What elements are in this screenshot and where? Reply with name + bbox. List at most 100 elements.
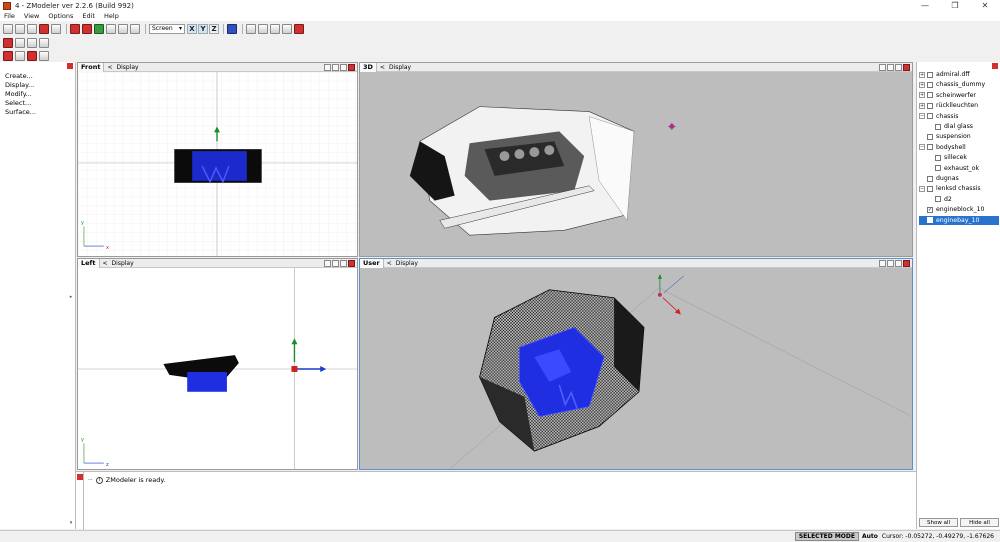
arrow-left-icon[interactable]: < (107, 64, 112, 71)
open-file-icon[interactable] (15, 23, 25, 34)
fit-icon[interactable] (340, 64, 347, 71)
menu-view[interactable]: View (24, 12, 39, 20)
select-tool-icon[interactable] (3, 50, 13, 61)
viewport-canvas[interactable] (360, 268, 912, 469)
menu-edit[interactable]: Edit (82, 12, 95, 20)
properties-icon[interactable] (118, 23, 128, 34)
fit-icon[interactable] (340, 260, 347, 267)
mirror-tool-icon[interactable] (39, 37, 49, 48)
zoom-icon[interactable] (879, 64, 886, 71)
tree-item[interactable]: + rücklleuchten (919, 101, 978, 110)
maximize-viewport-icon[interactable] (348, 260, 355, 267)
select-mode-icon[interactable] (39, 50, 49, 61)
fit-icon[interactable] (895, 64, 902, 71)
tree-item[interactable]: d2 (927, 195, 952, 204)
snap-mode-select[interactable]: Screen ▾ (149, 23, 185, 34)
command-create[interactable]: Create... (5, 72, 75, 81)
maximize-viewport-icon[interactable] (903, 260, 910, 267)
arrow-left-icon[interactable]: < (380, 64, 385, 71)
tree-item[interactable]: − bodyshell (919, 143, 966, 152)
viewport-label[interactable]: 3D (360, 62, 377, 72)
axis-x-toggle[interactable]: X (187, 23, 197, 34)
hide-all-button[interactable]: Hide all (960, 518, 999, 527)
viewport-label[interactable]: Left (78, 258, 100, 268)
collapse-icon[interactable]: − (919, 185, 925, 192)
select-all-icon[interactable] (15, 50, 25, 61)
scroll-arrow-icon[interactable]: ▸ (68, 294, 74, 300)
command-display[interactable]: Display... (5, 81, 75, 90)
collapse-icon[interactable]: − (919, 113, 925, 120)
visibility-checkbox[interactable] (935, 196, 941, 203)
menu-help[interactable]: Help (104, 12, 119, 20)
tree-item[interactable]: dugnas (919, 174, 959, 183)
viewport-front[interactable]: Front < Display y x (77, 62, 358, 257)
visibility-checkbox[interactable] (927, 81, 933, 88)
show-all-button[interactable]: Show all (919, 518, 958, 527)
visibility-checkbox[interactable] (927, 144, 933, 151)
visibility-checkbox[interactable] (927, 175, 933, 182)
pan-icon[interactable] (887, 260, 894, 267)
scroll-down-icon[interactable]: ▾ (68, 520, 74, 526)
expand-icon[interactable]: + (919, 71, 925, 78)
visibility-checkbox[interactable] (927, 92, 933, 99)
tree-item[interactable]: exhaust_ok (927, 164, 979, 173)
delete-icon[interactable] (39, 23, 49, 34)
redo-icon[interactable] (130, 23, 140, 34)
tree-item[interactable]: + chassis_dummy (919, 80, 985, 89)
arrow-left-icon[interactable]: < (103, 260, 108, 267)
render-icon[interactable] (70, 23, 80, 34)
visibility-checkbox[interactable]: ✓ (927, 217, 933, 224)
expand-icon[interactable]: + (919, 102, 925, 109)
visibility-checkbox[interactable] (927, 71, 933, 78)
minimize-button[interactable]: — (910, 0, 940, 11)
axis-z-toggle[interactable]: Z (209, 23, 219, 34)
scale-tool-icon[interactable] (15, 37, 25, 48)
command-select[interactable]: Select... (5, 99, 75, 108)
material-icon[interactable] (94, 23, 104, 34)
close-button[interactable]: ✕ (970, 0, 1000, 11)
viewport-left[interactable]: Left < Display y z (77, 258, 358, 470)
import-icon[interactable] (51, 23, 61, 34)
menu-file[interactable]: File (4, 12, 15, 20)
visibility-checkbox[interactable] (935, 123, 941, 130)
undo-icon[interactable] (106, 23, 116, 34)
maximize-viewport-icon[interactable] (903, 64, 910, 71)
display-menu[interactable]: Display (112, 260, 134, 267)
command-modify[interactable]: Modify... (5, 90, 75, 99)
tree-item[interactable]: sillecek (927, 153, 967, 162)
axis-y-toggle[interactable]: Y (198, 23, 208, 34)
pan-icon[interactable] (332, 64, 339, 71)
viewport-canvas[interactable] (360, 72, 912, 256)
expand-icon[interactable]: + (919, 81, 925, 88)
tree-item[interactable]: + scheinwerfer (919, 91, 976, 100)
tree-item[interactable]: − lenksd chassis (919, 184, 981, 193)
viewport-canvas[interactable]: y x (78, 72, 357, 256)
arrow-left-icon[interactable]: < (387, 260, 392, 267)
view-layout-4-icon[interactable] (282, 23, 292, 34)
viewport-label[interactable]: User (360, 258, 384, 268)
save-file-icon[interactable] (27, 23, 37, 34)
viewport-canvas[interactable]: y z (78, 268, 357, 469)
view-layout-5-icon[interactable] (294, 23, 304, 34)
close-icon[interactable] (992, 63, 998, 69)
display-menu[interactable]: Display (116, 64, 138, 71)
visibility-checkbox[interactable] (927, 102, 933, 109)
viewport-label[interactable]: Front (78, 62, 105, 72)
maximize-viewport-icon[interactable] (348, 64, 355, 71)
new-file-icon[interactable] (3, 23, 13, 34)
pan-icon[interactable] (332, 260, 339, 267)
pan-icon[interactable] (887, 64, 894, 71)
move-tool-icon[interactable] (3, 37, 13, 48)
zoom-icon[interactable] (879, 260, 886, 267)
tree-item[interactable]: ✓ engineblock_10 (919, 205, 985, 214)
view-layout-2-icon[interactable] (258, 23, 268, 34)
pivot-icon[interactable] (227, 23, 237, 34)
close-icon[interactable] (67, 63, 73, 69)
viewport-user[interactable]: User < Display (359, 258, 913, 470)
display-menu[interactable]: Display (396, 260, 418, 267)
visibility-checkbox[interactable] (935, 154, 941, 161)
tree-item[interactable]: + admiral.dff (919, 70, 970, 79)
view-layout-1-icon[interactable] (246, 23, 256, 34)
select-invert-icon[interactable] (27, 50, 37, 61)
rotate-tool-icon[interactable] (27, 37, 37, 48)
